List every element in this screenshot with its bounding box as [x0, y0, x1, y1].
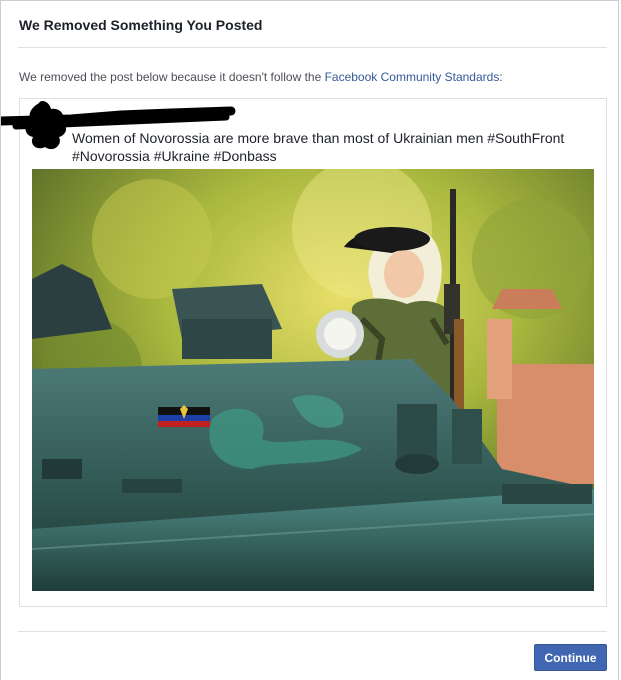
removed-post-dialog: We Removed Something You Posted We remov…: [0, 0, 619, 680]
footer-divider: [18, 631, 607, 632]
message-suffix: :: [499, 70, 503, 84]
post-image: [32, 169, 594, 591]
title-divider: [18, 47, 607, 48]
community-standards-link[interactable]: Facebook Community Standards: [325, 70, 500, 84]
dialog-title: We Removed Something You Posted: [19, 17, 263, 33]
message-text: We removed the post below because it doe…: [19, 70, 325, 84]
removal-message: We removed the post below because it doe…: [19, 70, 503, 84]
continue-button[interactable]: Continue: [534, 644, 607, 671]
post-text: Women of Novorossia are more brave than …: [72, 130, 565, 164]
